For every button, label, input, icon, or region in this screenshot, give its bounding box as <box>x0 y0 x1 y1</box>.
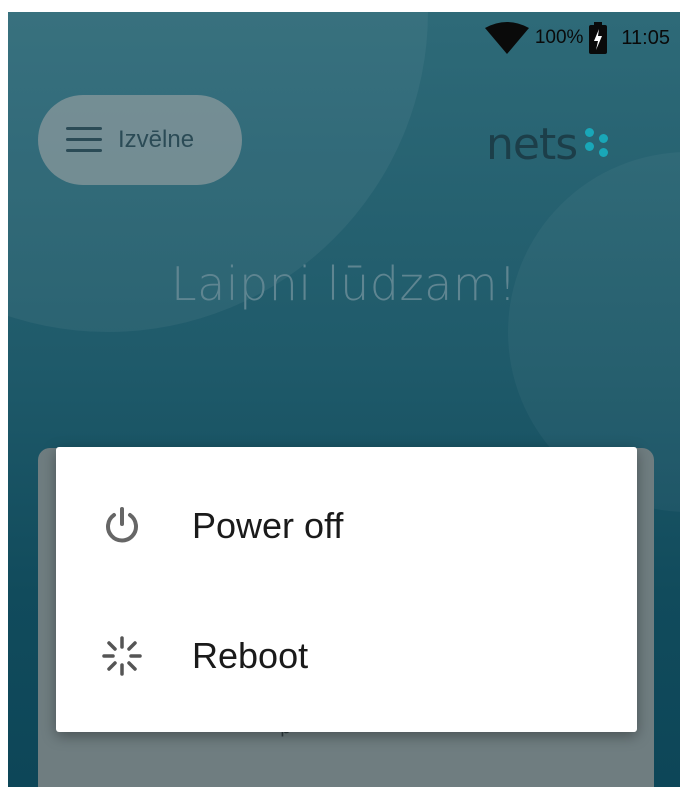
reboot-icon <box>96 630 148 682</box>
power-off-option[interactable]: Power off <box>56 461 637 591</box>
power-icon <box>96 500 148 552</box>
wifi-icon <box>484 22 529 54</box>
battery-percent: 100% <box>534 27 584 48</box>
power-off-label: Power off <box>192 505 344 546</box>
logo-dots-icon <box>583 124 611 164</box>
nets-logo: nets <box>486 114 611 174</box>
power-dialog: Power off Reboot <box>56 447 637 732</box>
hamburger-icon <box>66 127 102 153</box>
status-bar: 100% 11:05 <box>484 20 670 56</box>
reboot-option[interactable]: Reboot <box>56 591 637 721</box>
reboot-label: Reboot <box>192 635 309 676</box>
clock: 11:05 <box>621 26 670 49</box>
menu-label: Izvēlne <box>118 126 195 153</box>
logo-text: nets <box>486 118 578 170</box>
battery-charging-icon <box>589 22 608 54</box>
menu-button[interactable]: Izvēlne <box>38 95 242 185</box>
welcome-heading: Laipni lūdzam! <box>170 257 518 311</box>
